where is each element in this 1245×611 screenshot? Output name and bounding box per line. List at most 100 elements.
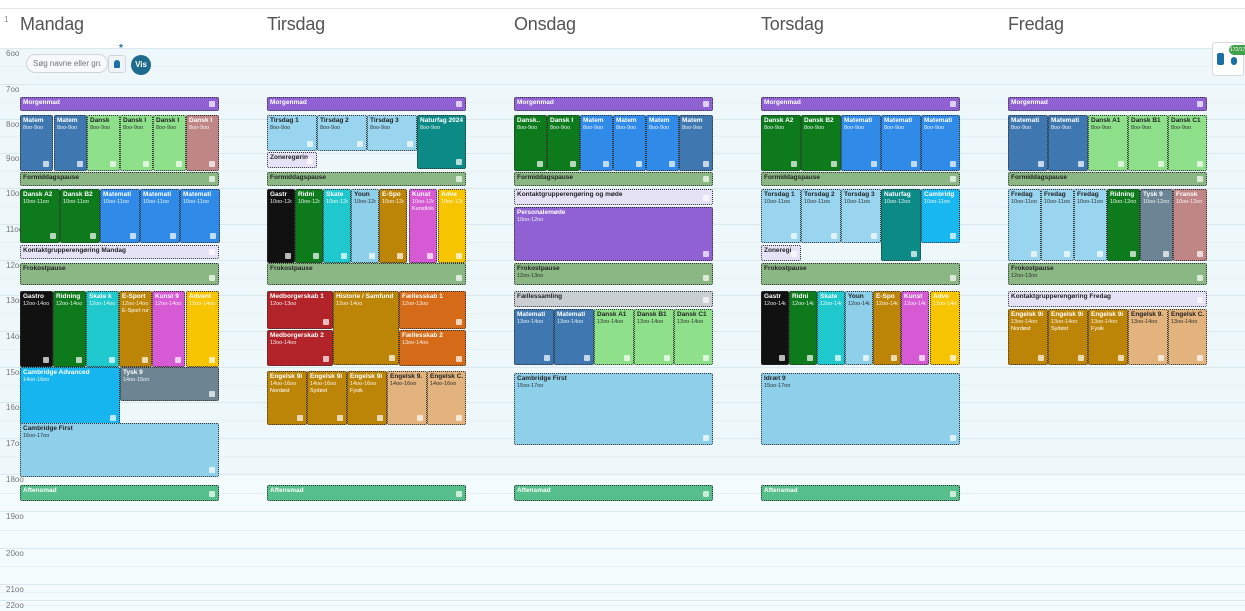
event-gastro[interactable]: Gastro 12oo-14oo bbox=[20, 291, 53, 367]
event-menu-icon[interactable] bbox=[323, 356, 329, 362]
event-matemati[interactable]: Matemati 8oo-9oo bbox=[1008, 115, 1048, 171]
event-engelsk-9i[interactable]: Engelsk 9i 13oo-14oo Fysik bbox=[1088, 309, 1128, 365]
event-dansk-b1[interactable]: Dansk B1 13oo-14oo bbox=[634, 309, 674, 365]
event-dansk-a2[interactable]: Dansk A2 8oo-9oo bbox=[761, 115, 801, 171]
event-menu-icon[interactable] bbox=[130, 233, 136, 239]
event-menu-icon[interactable] bbox=[1158, 161, 1164, 167]
event-menu-icon[interactable] bbox=[76, 357, 82, 363]
event-matem[interactable]: Matem 8oo-9oo bbox=[20, 115, 53, 171]
event-menu-icon[interactable] bbox=[871, 161, 877, 167]
event-matem[interactable]: Matem 8oo-9oo bbox=[679, 115, 713, 171]
person-filter-button[interactable] bbox=[108, 55, 126, 73]
event-cambridge-first[interactable]: Cambridge First 15oo-17oo bbox=[514, 373, 713, 445]
event-menu-icon[interactable] bbox=[456, 415, 462, 421]
event-menu-icon[interactable] bbox=[90, 233, 96, 239]
event-tirsdag-3[interactable]: Tirsdag 3 8oo-9oo bbox=[367, 115, 417, 151]
event-menu-icon[interactable] bbox=[307, 158, 313, 164]
event-menu-icon[interactable] bbox=[175, 357, 181, 363]
event-menu-icon[interactable] bbox=[636, 161, 642, 167]
event-menu-icon[interactable] bbox=[911, 161, 917, 167]
event-menu-icon[interactable] bbox=[1078, 161, 1084, 167]
attendance-widget[interactable]: 172/172 bbox=[1212, 42, 1245, 76]
event-skate[interactable]: Skate12oo-14oo bbox=[817, 291, 845, 365]
event-cambridg[interactable]: Cambridg 10oo-11oo bbox=[921, 189, 960, 243]
event-engelsk-9i[interactable]: Engelsk 9i 14oo-16oo Fysik bbox=[347, 371, 387, 425]
event-frokostpause[interactable]: Frokostpause 12oo-13oo bbox=[514, 263, 713, 285]
event-morgenmad[interactable]: Morgenmad bbox=[1008, 97, 1207, 111]
event-e-spo[interactable]: E-Spo12oo-14oo bbox=[873, 291, 901, 365]
event-menu-icon[interactable] bbox=[703, 297, 709, 303]
event-menu-icon[interactable] bbox=[791, 251, 797, 257]
event-menu-icon[interactable] bbox=[950, 275, 956, 281]
event-zoneregi[interactable]: Zoneregi bbox=[761, 245, 801, 261]
event-dansk-b2[interactable]: Dansk B2 8oo-9oo bbox=[801, 115, 841, 171]
event-menu-icon[interactable] bbox=[209, 249, 215, 255]
event-matemati[interactable]: Matemati 13oo-14oo bbox=[514, 309, 554, 365]
event-aftensmad[interactable]: Aftensmad bbox=[267, 485, 466, 501]
event-menu-icon[interactable] bbox=[357, 141, 363, 147]
event-menu-icon[interactable] bbox=[911, 251, 917, 257]
event-menu-icon[interactable] bbox=[807, 355, 813, 361]
event-e-spo[interactable]: E-Spo10oo-12oo bbox=[379, 189, 407, 263]
event-medborgerskab-1[interactable]: Medborgerskab 1 12oo-13oo bbox=[267, 291, 333, 329]
event-morgenmad[interactable]: Morgenmad bbox=[267, 97, 466, 111]
event-menu-icon[interactable] bbox=[1118, 355, 1124, 361]
event-e-sport[interactable]: E-Sport 12oo-14oo E-Sport rum bbox=[119, 291, 152, 367]
event-morgenmad[interactable]: Morgenmad bbox=[20, 97, 219, 111]
event-menu-icon[interactable] bbox=[669, 161, 675, 167]
event-menu-icon[interactable] bbox=[831, 233, 837, 239]
event-menu-icon[interactable] bbox=[1158, 355, 1164, 361]
event-adve[interactable]: Adve 12oo-14oo bbox=[930, 291, 960, 365]
event-engelsk-c-[interactable]: Engelsk C. 13oo-14oo bbox=[1168, 309, 1207, 365]
event-kunst[interactable]: Kunst12oo-14oo bbox=[901, 291, 929, 365]
event-dansk-c1[interactable]: Dansk C1 8oo-9oo bbox=[1168, 115, 1207, 171]
event-menu-icon[interactable] bbox=[950, 491, 956, 497]
event-menu-icon[interactable] bbox=[703, 355, 709, 361]
event-menu-icon[interactable] bbox=[397, 253, 403, 259]
event-menu-icon[interactable] bbox=[209, 275, 215, 281]
event-dansk-i[interactable]: Dansk I 8oo-9oo bbox=[120, 115, 153, 171]
event-matemati[interactable]: Matemati 8oo-9oo bbox=[1048, 115, 1088, 171]
event-menu-icon[interactable] bbox=[456, 491, 462, 497]
event-menu-icon[interactable] bbox=[624, 355, 630, 361]
event-menu-icon[interactable] bbox=[341, 253, 347, 259]
search-input[interactable] bbox=[26, 54, 108, 73]
event-menu-icon[interactable] bbox=[1097, 251, 1103, 257]
event-dansk-[interactable]: Dansk.. 8oo-9oo bbox=[514, 115, 547, 171]
event-menu-icon[interactable] bbox=[791, 233, 797, 239]
event-gastr[interactable]: Gastr12oo-14oo bbox=[761, 291, 789, 365]
event-ridni[interactable]: Ridni12oo-14oo bbox=[789, 291, 817, 365]
event-menu-icon[interactable] bbox=[1197, 101, 1203, 107]
event-menu-icon[interactable] bbox=[285, 253, 291, 259]
event-fællesskab-2[interactable]: Fællesskab 2 13oo-14oo bbox=[399, 330, 466, 366]
event-medborgerskab-2[interactable]: Medborgerskab 2 13oo-14oo bbox=[267, 330, 333, 366]
event-menu-icon[interactable] bbox=[950, 101, 956, 107]
event-menu-icon[interactable] bbox=[703, 275, 709, 281]
event-menu-icon[interactable] bbox=[110, 415, 116, 421]
event-menu-icon[interactable] bbox=[891, 355, 897, 361]
event-dansk-a1[interactable]: Dansk A1 13oo-14oo bbox=[594, 309, 634, 365]
event-dansk-a1[interactable]: Dansk A1 8oo-9oo bbox=[1088, 115, 1128, 171]
event-menu-icon[interactable] bbox=[209, 357, 215, 363]
event-menu-icon[interactable] bbox=[950, 176, 956, 182]
event-skate-k[interactable]: Skate k 12oo-14oo bbox=[86, 291, 119, 367]
event-menu-icon[interactable] bbox=[389, 355, 395, 361]
event-fransk[interactable]: Fransk 10oo-12oo bbox=[1173, 189, 1207, 261]
event-menu-icon[interactable] bbox=[570, 161, 576, 167]
event-menu-icon[interactable] bbox=[456, 356, 462, 362]
event-cambridge-first[interactable]: Cambridge First 16oo-17oo bbox=[20, 423, 219, 477]
event-formiddagspause[interactable]: Formiddagspause bbox=[514, 172, 713, 186]
event-matemati[interactable]: Matemati 8oo-9oo bbox=[921, 115, 960, 171]
event-menu-icon[interactable] bbox=[143, 161, 149, 167]
event-torsdag-2[interactable]: Torsdag 2 10oo-11oo bbox=[801, 189, 841, 243]
event-ridni[interactable]: Ridni10oo-12oo bbox=[295, 189, 323, 263]
event-frokostpause[interactable]: Frokostpause bbox=[267, 263, 466, 285]
event-matemati[interactable]: Matemati 10oo-11oo bbox=[180, 189, 220, 243]
event-engelsk-9-[interactable]: Engelsk 9. 13oo-14oo bbox=[1128, 309, 1168, 365]
event-kunst[interactable]: Kunst10oo-12ooKunstlokale bbox=[409, 189, 437, 263]
event-dansk-c1[interactable]: Dansk C1 13oo-14oo bbox=[674, 309, 713, 365]
event-matemati[interactable]: Matemati 10oo-11oo bbox=[100, 189, 140, 243]
event-historie-samfund[interactable]: Historie / Samfund 12oo-14oo bbox=[333, 291, 399, 365]
event-menu-icon[interactable] bbox=[109, 357, 115, 363]
event-personalemøde[interactable]: Personalemøde 10oo-12oo bbox=[514, 207, 713, 261]
